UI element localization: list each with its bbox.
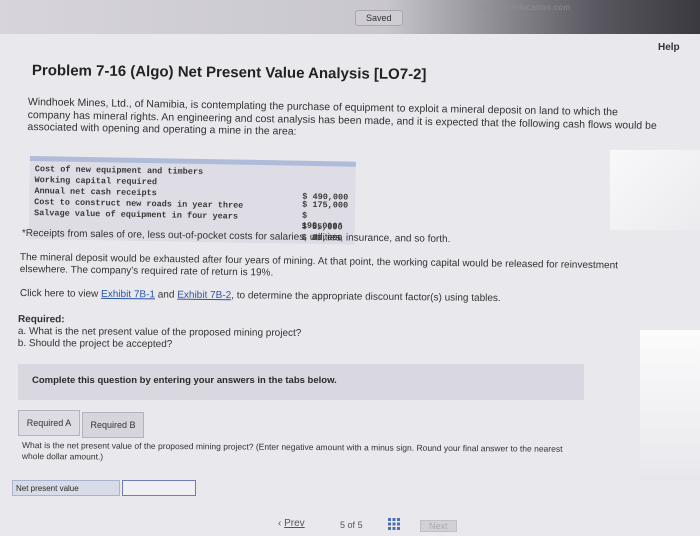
cash-flow-label: Annual net cash receipts	[34, 186, 157, 199]
screen-glare	[610, 150, 700, 230]
net-present-value-label: Net present value	[12, 480, 120, 496]
required-section: Required: a. What is the net present val…	[18, 314, 302, 352]
url-fragment: ezto.mheducation.com	[480, 3, 571, 12]
exhibit-7b1-link[interactable]: Exhibit 7B-1	[101, 289, 155, 301]
exhibit-and: and	[154, 289, 178, 301]
next-label: Next	[429, 521, 448, 531]
problem-details: The mineral deposit would be exhausted a…	[19, 252, 619, 279]
instruction-text: Complete this question by entering your …	[32, 375, 337, 386]
cash-flow-label: Working capital required	[34, 175, 158, 188]
question-text: What is the net present value of the pro…	[21, 440, 563, 462]
tab-required-b[interactable]: Required B	[82, 412, 144, 438]
tab-required-a[interactable]: Required A	[18, 410, 80, 436]
problem-title: Problem 7-16 (Algo) Net Present Value An…	[31, 62, 427, 84]
required-b-text: b. Should the project be accepted?	[17, 337, 173, 351]
answer-row: Net present value	[12, 480, 196, 496]
chevron-left-icon: ‹	[278, 518, 282, 529]
instruction-banner: Complete this question by entering your …	[18, 364, 584, 400]
exhibit-suffix: , to determine the appropriate discount …	[231, 290, 501, 305]
screen-glare	[640, 330, 700, 480]
prev-button[interactable]: ‹ Prev	[278, 518, 305, 529]
exhibit-instruction: Click here to view Exhibit 7B-1 and Exhi…	[20, 288, 501, 304]
problem-intro: Windhoek Mines, Ltd., of Namibia, is con…	[27, 96, 657, 138]
page-total: 5	[357, 520, 363, 530]
next-button[interactable]: Next	[420, 520, 457, 532]
page-indicator: 5 of 5	[340, 520, 363, 530]
grid-icon[interactable]	[388, 518, 400, 530]
exhibit-prefix: Click here to view	[19, 288, 102, 300]
top-bar: Saved ezto.mheducation.com	[0, 0, 700, 34]
page-of: of	[347, 520, 356, 530]
net-present-value-input[interactable]	[122, 480, 196, 496]
help-link[interactable]: Help	[658, 42, 680, 53]
prev-label: Prev	[284, 518, 305, 529]
page-current: 5	[340, 520, 346, 530]
saved-status-badge: Saved	[355, 10, 403, 26]
exhibit-7b2-link[interactable]: Exhibit 7B-2	[177, 290, 231, 302]
